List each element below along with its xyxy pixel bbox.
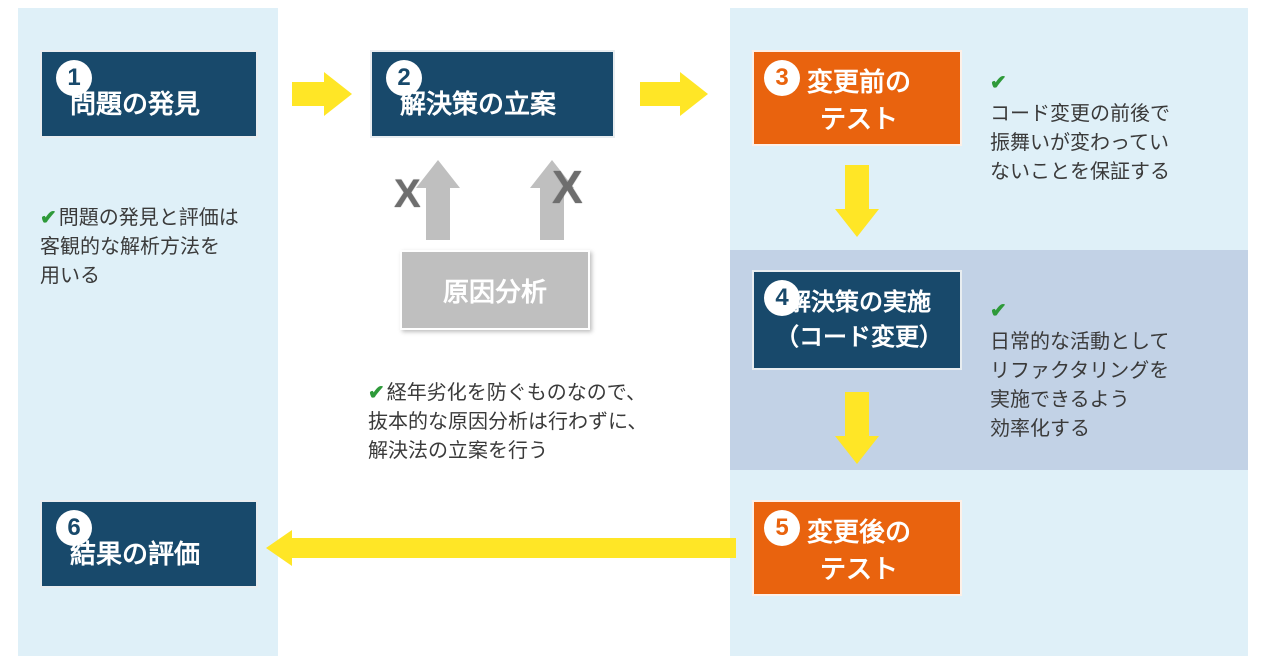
check-icon: ✔ — [990, 297, 1238, 326]
check-icon: ✔ — [368, 382, 385, 404]
arrow-step3-to-step4 — [835, 165, 879, 237]
cause-analysis-label: 原因分析 — [443, 272, 547, 309]
step-1: 1 問題の発見 — [40, 50, 258, 138]
step-5: 5 変更後の テスト — [752, 500, 962, 596]
note-step1-text: 問題の発見と評価は 客観的な解析方法を 用いる — [40, 207, 239, 287]
step-4-number: 4 — [764, 280, 800, 316]
step-2-title: 解決策の立案 — [400, 60, 556, 121]
arrow-step2-to-step3 — [640, 72, 708, 116]
note-step4: ✔ 日常的な活動として リファクタリングを 実施できるよう 効率化する — [990, 268, 1240, 444]
note-step3-text: コード変更の前後で 振舞いが変わってい ないことを保証する — [990, 103, 1170, 183]
step-1-title: 問題の発見 — [70, 60, 200, 121]
cause-analysis-box: 原因分析 — [400, 250, 590, 330]
note-step3: ✔ コード変更の前後で 振舞いが変わってい ないことを保証する — [990, 40, 1240, 187]
x-mark-left: X — [394, 172, 421, 217]
step-2: 2 解決策の立案 — [370, 50, 615, 138]
diagram-canvas: 1 問題の発見 ✔問題の発見と評価は 客観的な解析方法を 用いる 2 解決策の立… — [0, 0, 1266, 669]
arrow-step5-to-step6 — [266, 530, 736, 566]
step-3-number: 3 — [764, 60, 800, 96]
note-cause: ✔経年劣化を防ぐものなので、 抜本的な原因分析は行わずに、 解決法の立案を行う — [368, 350, 708, 466]
arrow-step4-to-step5 — [835, 392, 879, 464]
arrow-cause-to-step2-left — [416, 160, 460, 240]
step-3: 3 変更前の テスト — [752, 50, 962, 146]
note-cause-text: 経年劣化を防ぐものなので、 抜本的な原因分析は行わずに、 解決法の立案を行う — [368, 382, 647, 462]
check-icon: ✔ — [990, 69, 1238, 98]
note-step1: ✔問題の発見と評価は 客観的な解析方法を 用いる — [40, 175, 270, 291]
note-step4-text: 日常的な活動として リファクタリングを 実施できるよう 効率化する — [990, 331, 1169, 440]
step-6: 6 結果の評価 — [40, 500, 258, 588]
x-mark-right: X — [552, 160, 583, 214]
arrow-step1-to-step2 — [292, 72, 352, 116]
step-4: 4 解決策の実施 （コード変更） — [752, 270, 962, 370]
step-6-title: 結果の評価 — [70, 510, 200, 571]
check-icon: ✔ — [40, 207, 57, 229]
step-5-number: 5 — [764, 510, 800, 546]
